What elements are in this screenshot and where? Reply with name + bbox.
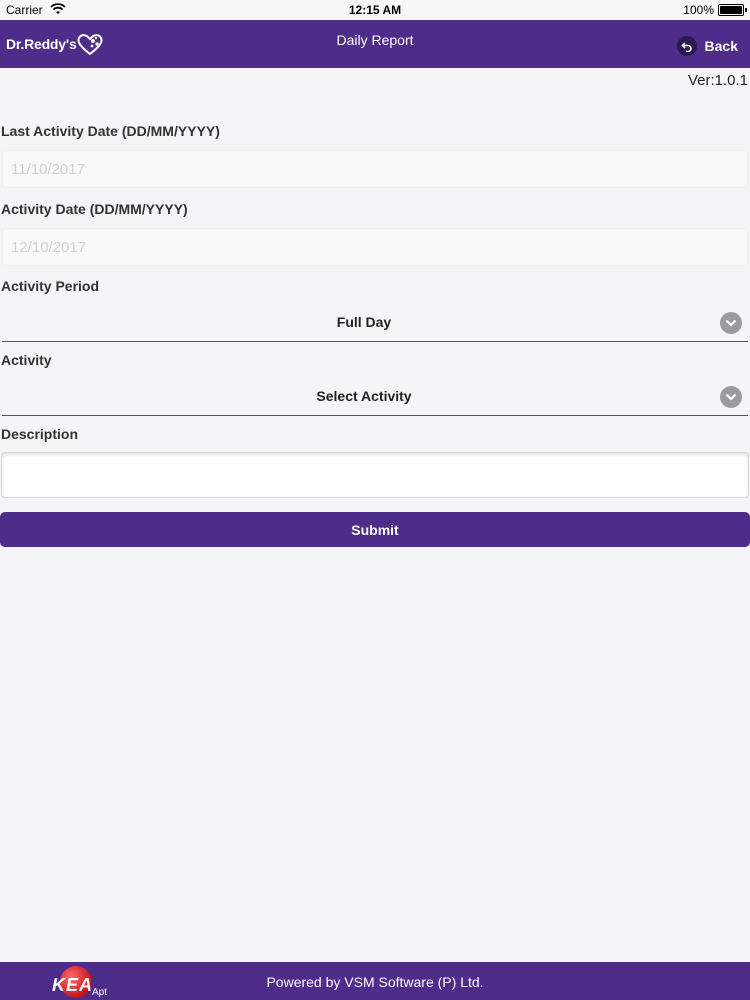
activity-period-value: Full Day bbox=[336, 314, 392, 330]
activity-period-label: Activity Period bbox=[1, 278, 100, 294]
back-button[interactable]: Back bbox=[676, 36, 738, 56]
chevron-down-icon bbox=[720, 386, 742, 408]
last-activity-date-field[interactable] bbox=[2, 150, 748, 188]
activity-value: Select Activity bbox=[316, 388, 412, 404]
activity-date-field[interactable] bbox=[2, 228, 748, 266]
powered-by-text: Powered by VSM Software (P) Ltd. bbox=[266, 974, 484, 990]
description-field[interactable] bbox=[1, 452, 749, 498]
description-label: Description bbox=[1, 426, 79, 442]
page-title: Daily Report bbox=[336, 32, 414, 48]
submit-button[interactable]: Submit bbox=[0, 512, 750, 547]
activity-label: Activity bbox=[1, 352, 52, 368]
activity-date-label: Activity Date (DD/MM/YYYY) bbox=[1, 201, 188, 217]
footer: KEA Apt Powered by VSM Software (P) Ltd. bbox=[0, 962, 750, 1000]
chevron-down-icon bbox=[720, 312, 742, 334]
battery-percent: 100% bbox=[683, 3, 714, 17]
back-label: Back bbox=[704, 38, 738, 54]
nav-bar: Dr.Reddy's Daily Report Back bbox=[0, 20, 750, 68]
activity-period-select[interactable]: Full Day bbox=[2, 302, 748, 342]
clock: 12:15 AM bbox=[348, 3, 402, 17]
battery-icon bbox=[718, 4, 747, 16]
last-activity-date-label: Last Activity Date (DD/MM/YYYY) bbox=[1, 123, 220, 139]
back-arrow-icon bbox=[676, 36, 697, 56]
activity-select[interactable]: Select Activity bbox=[2, 376, 748, 416]
version-label: Ver:1.0.1 bbox=[687, 72, 748, 89]
status-bar: Carrier 12:15 AM 100% bbox=[0, 0, 750, 20]
